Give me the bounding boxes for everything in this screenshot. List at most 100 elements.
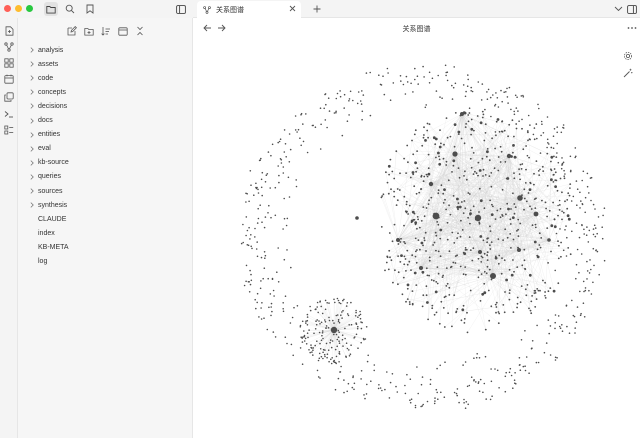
close-icon[interactable]	[133, 24, 147, 38]
chevron-right-icon[interactable]	[27, 61, 37, 67]
magic-wand-icon[interactable]	[621, 66, 635, 80]
chevron-right-icon[interactable]	[27, 131, 37, 138]
graph-node	[513, 379, 516, 382]
graph-canvas[interactable]	[193, 38, 640, 438]
chevron-right-icon[interactable]	[27, 188, 37, 194]
sidebar-toggle-icon[interactable]	[174, 2, 188, 16]
graph-node	[255, 186, 257, 189]
terminal-icon[interactable]	[2, 107, 16, 121]
bases-icon[interactable]	[2, 123, 16, 137]
graph-node	[310, 344, 312, 346]
chevron-right-icon[interactable]	[27, 117, 37, 124]
graph-node	[586, 185, 589, 188]
settings-icon[interactable]	[621, 49, 635, 63]
collapse-all-icon[interactable]	[116, 24, 130, 38]
graph-node	[554, 185, 557, 189]
graph-node	[464, 170, 466, 173]
graph-node	[408, 303, 411, 306]
graph-svg[interactable]	[193, 38, 640, 438]
graph-node	[453, 242, 456, 244]
file-index[interactable]: index	[18, 226, 192, 240]
minimize-window-button[interactable]	[15, 5, 22, 12]
close-tab-icon[interactable]	[289, 5, 296, 12]
graph-node	[367, 354, 369, 357]
graph-node	[322, 351, 324, 354]
graph-node	[392, 82, 395, 84]
graph-node	[411, 210, 415, 214]
new-note-icon[interactable]	[65, 24, 79, 38]
folder-eval[interactable]: eval	[18, 142, 192, 156]
graph-node	[546, 116, 549, 118]
graph-node	[453, 391, 456, 394]
chevron-right-icon[interactable]	[27, 75, 37, 81]
graph-node	[413, 271, 417, 275]
graph-node	[536, 288, 539, 290]
zoom-window-button[interactable]	[26, 5, 33, 12]
graph-node	[294, 129, 297, 131]
right-sidebar-toggle-icon[interactable]	[625, 2, 639, 16]
graph-node	[391, 170, 394, 173]
tab-graph-view[interactable]: 关系图谱	[197, 1, 301, 18]
folder-analysis[interactable]: analysis	[18, 43, 192, 57]
bookmark-icon[interactable]	[83, 2, 97, 16]
graph-node	[465, 178, 468, 181]
folder-queries[interactable]: queries	[18, 170, 192, 184]
new-folder-icon[interactable]	[82, 24, 96, 38]
calendar-icon[interactable]	[2, 72, 16, 86]
graph-node	[486, 259, 489, 261]
folder-decisions[interactable]: decisions	[18, 99, 192, 113]
graph-node	[533, 240, 537, 244]
graph-node	[415, 284, 418, 286]
graph-node	[540, 134, 542, 137]
chevron-right-icon[interactable]	[27, 202, 37, 208]
open-file-icon[interactable]	[2, 24, 16, 38]
graph-node	[405, 300, 407, 303]
graph-node	[446, 71, 449, 73]
graph-node	[482, 391, 484, 394]
close-window-button[interactable]	[4, 5, 11, 12]
folder-synthesis[interactable]: synthesis	[18, 198, 192, 212]
folder-code[interactable]: code	[18, 71, 192, 85]
chevron-right-icon[interactable]	[27, 160, 37, 166]
sort-icon[interactable]	[99, 24, 113, 38]
chevron-right-icon[interactable]	[27, 89, 37, 95]
chevron-right-icon[interactable]	[27, 146, 37, 152]
graph-node	[538, 244, 541, 246]
folder-assets[interactable]: assets	[18, 57, 192, 71]
canvas-icon[interactable]	[2, 56, 16, 70]
more-options-icon[interactable]	[625, 21, 639, 35]
graph-node	[544, 281, 546, 284]
graph-node	[333, 298, 335, 301]
graph-node	[463, 402, 465, 404]
chevron-right-icon[interactable]	[27, 103, 37, 110]
folder-entities[interactable]: entities	[18, 128, 192, 142]
graph-view-icon[interactable]	[2, 40, 16, 54]
graph-node	[460, 137, 463, 140]
folder-docs[interactable]: docs	[18, 114, 192, 128]
folder-sources[interactable]: sources	[18, 184, 192, 198]
folder-concepts[interactable]: concepts	[18, 85, 192, 99]
graph-node	[255, 248, 258, 250]
graph-node	[389, 381, 392, 384]
chevron-right-icon[interactable]	[27, 47, 37, 53]
graph-node	[451, 171, 453, 173]
tab-list-chevron-icon[interactable]	[611, 2, 625, 16]
graph-node	[245, 280, 247, 283]
new-tab-icon[interactable]	[310, 2, 324, 16]
folder-kb-source[interactable]: kb-source	[18, 156, 192, 170]
search-icon[interactable]	[63, 2, 77, 16]
copy-icon[interactable]	[2, 90, 16, 104]
file-kb-meta[interactable]: KB-META	[18, 240, 192, 254]
graph-node	[588, 272, 591, 274]
graph-node	[286, 217, 289, 220]
chevron-right-icon[interactable]	[27, 174, 37, 180]
graph-node	[265, 174, 268, 176]
folder-icon[interactable]	[44, 2, 58, 16]
graph-node	[423, 126, 425, 129]
graph-node	[320, 123, 322, 126]
graph-node	[391, 240, 394, 243]
graph-node	[489, 96, 492, 99]
file-claude[interactable]: CLAUDE	[18, 212, 192, 226]
file-log[interactable]: log	[18, 255, 192, 269]
graph-node	[453, 294, 456, 297]
